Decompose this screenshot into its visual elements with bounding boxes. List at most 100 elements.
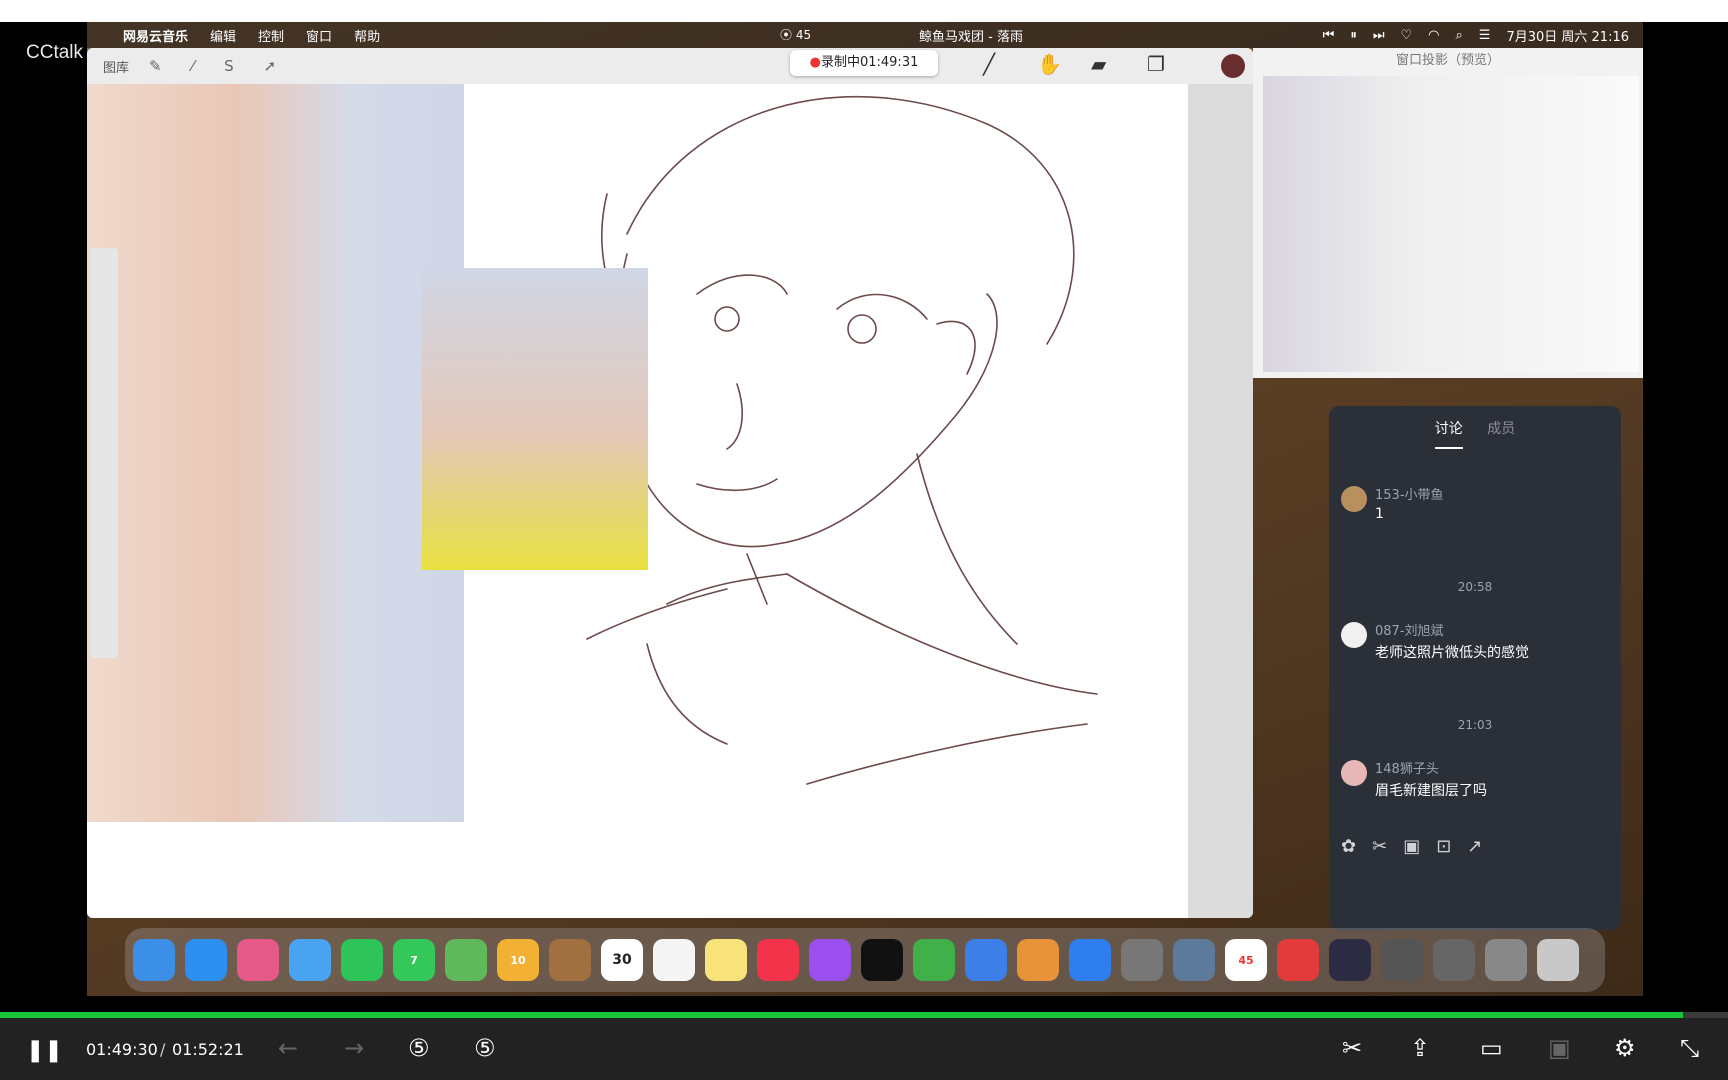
pause-button[interactable]: ❚❚ [26,1038,63,1063]
danmaku-icon[interactable]: ▭ [1480,1034,1503,1062]
menu-item-window[interactable]: 窗口 [306,26,332,45]
share-icon[interactable]: ↗ [1467,836,1482,857]
recording-badge: ●录制中01:49:31 [790,50,938,76]
select-icon[interactable]: S [224,57,234,75]
tab-discussion[interactable]: 讨论 [1435,421,1463,437]
next-lesson-icon[interactable]: → [344,1034,364,1062]
eraser-icon[interactable]: ▰ [1091,52,1106,76]
chat-panel: 讨论 成员 153-小带鱼 1 20:58 087-刘旭斌 老师这照片微低头的感… [1329,406,1621,930]
top-strip [0,0,1728,22]
brush-icon[interactable]: ╱ [983,52,995,76]
netease-music-icon[interactable] [1277,939,1319,981]
share-icon[interactable]: ⇪ [1410,1034,1430,1062]
pages-icon[interactable] [1017,939,1059,981]
numbers-icon[interactable] [913,939,955,981]
clip-icon[interactable]: ✂ [1342,1034,1362,1062]
reminders-icon[interactable] [653,939,695,981]
color-swatch[interactable] [1221,54,1245,78]
time-separator: / [160,1040,166,1059]
screenshot-icon[interactable]: ⊡ [1436,836,1451,857]
cctalk-dock-icon[interactable]: 45 [1225,939,1267,981]
podcasts-icon[interactable] [809,939,851,981]
chat-text: 眉毛新建图层了吗 [1375,783,1487,799]
badge: 45 [1238,953,1254,967]
reference-photo-small[interactable] [422,268,648,570]
recording-count: 45 [795,28,812,42]
tab-members[interactable]: 成员 [1487,421,1515,437]
recent-window-icon[interactable] [1381,939,1423,981]
menu-item-edit[interactable]: 编辑 [210,26,236,45]
heart-icon[interactable]: ♡ [1401,28,1413,43]
chat-toolbar: ✿ ✂ ▣ ⊡ ↗ [1341,836,1482,857]
chat-text: 老师这照片微低头的感觉 [1375,645,1529,661]
maps-icon[interactable] [445,939,487,981]
layers-icon[interactable]: ❐ [1147,52,1165,76]
forward-5-icon[interactable]: ⑤ [474,1034,496,1062]
reference-photo-large[interactable] [87,84,464,822]
recording-indicator[interactable]: ⦿ 45 [780,26,811,43]
tv-icon[interactable] [861,939,903,981]
menu-item-control[interactable]: 控制 [258,26,284,45]
cctalk-logo: CCtalk [26,42,84,63]
scissors-icon[interactable]: ✂ [1372,836,1387,857]
transform-icon[interactable]: ➚ [264,57,277,75]
next-track-icon[interactable]: ⏭ [1373,28,1385,43]
chat-tabs: 讨论 成员 [1329,418,1621,438]
safari-icon[interactable] [185,939,227,981]
adjust-icon[interactable]: ⁄ [192,57,195,75]
messages-icon[interactable]: 7 [393,939,435,981]
launchpad-icon[interactable] [237,939,279,981]
brush-size-sidebar[interactable] [90,248,118,658]
recent-window-icon[interactable] [1433,939,1475,981]
clock[interactable]: 7月30日 周六 21:16 [1506,26,1629,45]
menu-item-help[interactable]: 帮助 [354,26,380,45]
smudge-icon[interactable]: ✋ [1037,52,1062,76]
contacts-icon[interactable] [549,939,591,981]
recent-window-icon[interactable] [1485,939,1527,981]
avatar[interactable] [1341,486,1367,512]
gallery-button[interactable]: 图库 [103,57,129,76]
avatar[interactable] [1341,622,1367,648]
wifi-icon[interactable]: ◠ [1428,28,1439,43]
calendar-icon[interactable]: 30 [601,939,643,981]
quicktime-icon[interactable] [1173,939,1215,981]
keynote-icon[interactable] [965,939,1007,981]
chat-timestamp: 21:03 [1457,718,1493,732]
mail-icon[interactable] [289,939,331,981]
shared-screen: 网易云音乐 编辑 控制 窗口 帮助 ⦿ 45 鲸鱼马戏团 - 落雨 ⏮ ⏸ ⏭ … [87,22,1643,996]
calendar-day: 30 [612,952,632,968]
facetime-icon[interactable] [341,939,383,981]
menu-item-app[interactable]: 网易云音乐 [123,26,188,45]
picture-in-picture-icon[interactable]: ▣ [1548,1034,1571,1062]
rewind-5-icon[interactable]: ⑤ [408,1034,430,1062]
procreate-toolbar: 图库 ✎ ⁄ S ➚ [87,48,1253,84]
app-store-icon[interactable] [1069,939,1111,981]
notes-icon[interactable] [705,939,747,981]
emoji-icon[interactable]: ✿ [1341,836,1356,857]
preview-title: 窗口投影（预览） [1395,53,1500,68]
settings-icon[interactable]: ⚙ [1614,1034,1636,1062]
pause-track-icon[interactable]: ⏸ [1350,28,1357,43]
wrench-icon[interactable]: ✎ [149,57,162,75]
projection-preview-window: 窗口投影（预览） [1253,48,1643,378]
trash-icon[interactable] [1537,939,1579,981]
system-preferences-icon[interactable] [1121,939,1163,981]
control-center-icon[interactable]: ☰ [1479,28,1491,43]
photos-icon[interactable]: 10 [497,939,539,981]
obs-icon[interactable] [1329,939,1371,981]
exit-fullscreen-icon[interactable]: ⤡ [1680,1034,1699,1062]
search-icon[interactable]: ⌕ [1456,28,1463,43]
prev-track-icon[interactable]: ⏮ [1323,28,1335,43]
mac-dock: 7 10 30 45 [125,928,1605,992]
badge: 10 [510,953,526,967]
status-area: ⏮ ⏸ ⏭ ♡ ◠ ⌕ ☰ 7月30日 周六 21:16 [1323,22,1629,48]
badge: 7 [410,953,418,967]
preview-image [1263,76,1639,372]
image-icon[interactable]: ▣ [1403,836,1420,857]
chat-text: 1 [1375,506,1384,522]
music-icon[interactable] [757,939,799,981]
finder-icon[interactable] [133,939,175,981]
chat-timestamp: 20:58 [1457,580,1493,594]
previous-lesson-icon[interactable]: ← [278,1034,298,1062]
avatar[interactable] [1341,760,1367,786]
